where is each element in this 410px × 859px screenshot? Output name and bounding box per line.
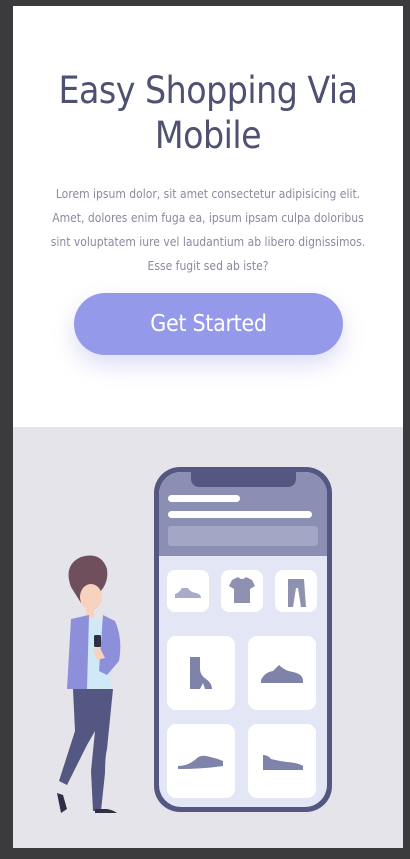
hero-description: Lorem ipsum dolor, sit amet consectetur …: [50, 187, 366, 273]
tshirt-icon: [221, 570, 263, 612]
flat-shoe-icon: [167, 724, 235, 798]
hero-title: Easy Shopping Via Mobile: [58, 69, 358, 157]
app-frame: Easy Shopping Via Mobile Lorem ipsum dol…: [13, 6, 403, 848]
boot-icon: [167, 636, 235, 710]
illustration-section: [13, 427, 403, 848]
sneaker-icon: [248, 636, 316, 710]
woman-figure: [57, 555, 121, 813]
shopping-illustration: [57, 467, 332, 813]
hero-section: Easy Shopping Via Mobile Lorem ipsum dol…: [13, 6, 403, 427]
shoe-icon: [167, 570, 209, 612]
trousers-icon: [275, 570, 317, 612]
get-started-button[interactable]: Get Started: [74, 293, 343, 355]
sneaker-icon: [248, 724, 316, 798]
